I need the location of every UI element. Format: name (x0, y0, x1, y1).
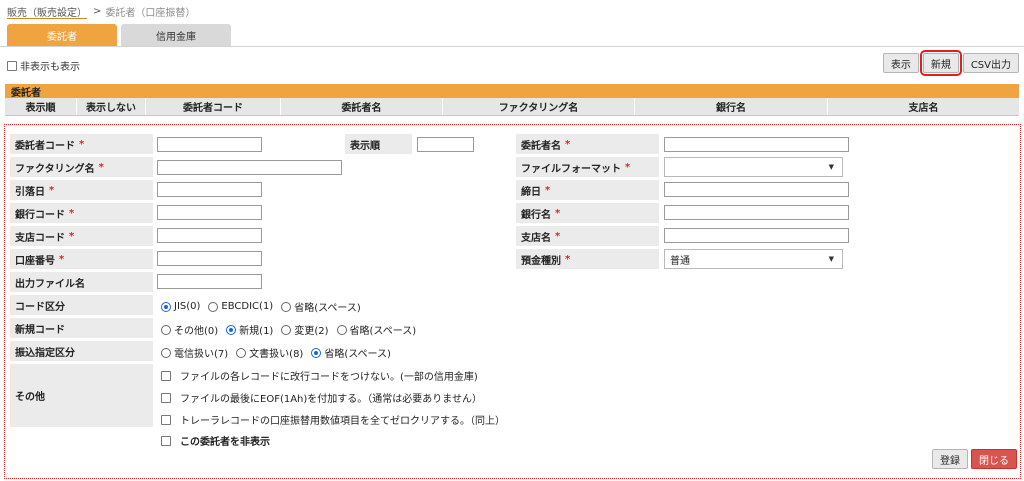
new-code-radio-group: その他(0) 新規(1) 変更(2) 省略(スペース) (161, 322, 424, 337)
consignor-name-label: 委託者名 * (516, 134, 659, 154)
column-header-branch-name[interactable]: 支店名 (828, 98, 1019, 115)
branch-name-label: 支店名 * (516, 226, 659, 246)
show-hidden-toggle[interactable]: 非表示も表示 (7, 58, 80, 73)
tab-credit-union[interactable]: 信用金庫 (121, 24, 231, 46)
closing-date-label: 締日 * (516, 180, 659, 200)
display-order-input[interactable] (417, 137, 474, 152)
list-title: 委託者 (5, 84, 1019, 99)
radio-icon[interactable] (336, 324, 347, 335)
consignor-name-input[interactable] (664, 137, 849, 152)
column-header-consignor-name[interactable]: 委託者名 (281, 98, 443, 115)
closing-date-input[interactable] (664, 182, 849, 197)
branch-code-input[interactable] (157, 228, 262, 243)
new-code-option-new[interactable]: 新規(1) (226, 322, 273, 337)
other-option-zero-clear-trailer[interactable]: トレーラレコードの口座振替用数値項目を全てゼロクリアする。（同上） (161, 412, 505, 427)
chevron-down-icon: ▼ (828, 163, 834, 171)
chevron-down-icon: ▼ (828, 255, 834, 263)
transfer-type-option-telegraph[interactable]: 電信扱い(7) (161, 345, 228, 360)
consignor-code-label: 委託者コード * (10, 134, 153, 154)
code-type-option-ebcdic[interactable]: EBCDIC(1) (208, 301, 273, 312)
code-type-label: コード区分 (10, 295, 153, 315)
radio-selected-icon[interactable] (226, 324, 237, 335)
checkbox-icon[interactable] (161, 370, 171, 381)
file-format-label: ファイルフォーマット * (516, 157, 659, 177)
deposit-type-label: 預金種別 * (516, 249, 659, 269)
transfer-type-option-document[interactable]: 文書扱い(8) (236, 345, 303, 360)
new-code-label: 新規コード (10, 318, 153, 338)
toolbar: 表示 新規 CSV出力 (882, 50, 1019, 76)
deposit-type-value: 普通 (670, 255, 690, 267)
checkbox-icon[interactable] (161, 392, 171, 403)
checkbox-icon[interactable] (161, 414, 171, 425)
debit-date-label: 引落日 * (10, 180, 153, 200)
breadcrumb-separator: > (93, 5, 102, 17)
checkbox-icon[interactable] (161, 435, 171, 446)
breadcrumb-parent-link[interactable]: 販売（販売設定） (7, 4, 87, 19)
column-header-factoring-name[interactable]: ファクタリング名 (443, 98, 635, 115)
other-option-no-newline[interactable]: ファイルの各レコードに改行コードをつけない。(一部の信用金庫) (161, 368, 478, 383)
column-header-bank-name[interactable]: 銀行名 (635, 98, 828, 115)
debit-date-input[interactable] (157, 182, 262, 197)
csv-export-button[interactable]: CSV出力 (962, 53, 1019, 73)
code-type-option-jis[interactable]: JIS(0) (161, 301, 200, 312)
new-code-option-other[interactable]: その他(0) (161, 322, 218, 337)
tab-bar: 委託者 信用金庫 (7, 24, 235, 46)
show-hidden-checkbox[interactable] (7, 60, 17, 71)
branch-code-label: 支店コード * (10, 226, 153, 246)
account-number-input[interactable] (157, 251, 262, 266)
radio-icon[interactable] (161, 324, 171, 335)
edit-form (4, 124, 1021, 479)
close-button[interactable]: 閉じる (971, 449, 1017, 469)
radio-icon[interactable] (236, 347, 247, 358)
factoring-name-input[interactable] (157, 160, 342, 175)
breadcrumb-current: 委託者（口座振替） (105, 7, 196, 19)
list-header: 表示順 表示しない 委託者コード 委託者名 ファクタリング名 銀行名 支店名 (5, 98, 1019, 116)
transfer-type-option-omit[interactable]: 省略(スペース) (311, 345, 391, 360)
hide-consignor-toggle[interactable]: この委託者を非表示 (161, 433, 270, 448)
column-header-display-order[interactable]: 表示順 (5, 98, 77, 115)
show-hidden-label: 非表示も表示 (20, 62, 80, 73)
tab-consignor[interactable]: 委託者 (7, 24, 117, 46)
radio-icon[interactable] (281, 324, 292, 335)
bank-code-input[interactable] (157, 205, 262, 220)
tab-divider (0, 46, 1024, 47)
form-actions: 登録 閉じる (932, 449, 1017, 469)
new-code-option-omit[interactable]: 省略(スペース) (336, 322, 416, 337)
other-options-label: その他 (10, 364, 153, 427)
bank-name-input[interactable] (664, 205, 849, 220)
column-header-hide[interactable]: 表示しない (77, 98, 146, 115)
radio-selected-icon[interactable] (161, 301, 171, 312)
radio-icon[interactable] (281, 301, 292, 312)
new-button[interactable]: 新規 (919, 50, 962, 76)
radio-selected-icon[interactable] (311, 347, 322, 358)
deposit-type-select[interactable]: 普通 ▼ (664, 249, 843, 269)
branch-name-input[interactable] (664, 228, 849, 243)
factoring-name-label: ファクタリング名 * (10, 157, 153, 177)
output-filename-input[interactable] (157, 274, 262, 289)
radio-icon[interactable] (208, 301, 219, 312)
output-filename-label: 出力ファイル名 (10, 272, 153, 292)
radio-icon[interactable] (161, 347, 171, 358)
bank-code-label: 銀行コード * (10, 203, 153, 223)
transfer-type-label: 振込指定区分 (10, 341, 153, 361)
breadcrumb: 販売（販売設定） > 委託者（口座振替） (7, 4, 196, 19)
bank-name-label: 銀行名 * (516, 203, 659, 223)
file-format-select[interactable]: ▼ (664, 157, 843, 177)
consignor-code-input[interactable] (157, 137, 262, 152)
display-button[interactable]: 表示 (882, 53, 919, 73)
display-order-label: 表示順 (345, 134, 412, 154)
account-number-label: 口座番号 * (10, 249, 153, 269)
new-code-option-change[interactable]: 変更(2) (281, 322, 329, 337)
other-option-append-eof[interactable]: ファイルの最後にEOF(1Ah)を付加する。（通常は必要ありません） (161, 390, 482, 405)
code-type-radio-group: JIS(0) EBCDIC(1) 省略(スペース) (161, 299, 369, 314)
code-type-option-omit[interactable]: 省略(スペース) (281, 299, 361, 314)
column-header-consignor-code[interactable]: 委託者コード (146, 98, 281, 115)
transfer-type-radio-group: 電信扱い(7) 文書扱い(8) 省略(スペース) (161, 345, 399, 360)
register-button[interactable]: 登録 (932, 449, 968, 469)
